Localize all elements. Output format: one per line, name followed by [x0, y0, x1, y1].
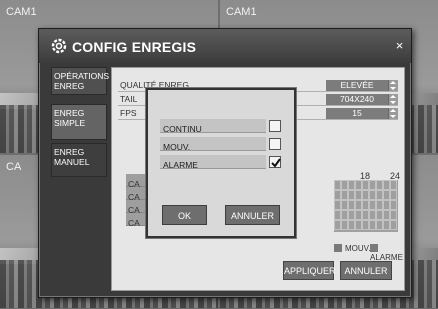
nav-item-manual[interactable]: ENREG MANUEL	[51, 143, 107, 177]
schedule-cell[interactable]	[376, 210, 383, 220]
camera-label: CAM1	[6, 6, 37, 18]
nav-item-simple[interactable]: ENREG SIMPLE	[51, 104, 107, 140]
nav-item-operations[interactable]: OPÉRATIONS ENREG	[51, 67, 109, 95]
schedule-cell[interactable]	[383, 210, 390, 220]
schedule-cell[interactable]	[369, 180, 376, 190]
popup-cancel-button[interactable]: ANNULER	[225, 205, 280, 225]
schedule-cell[interactable]	[341, 190, 348, 200]
camera-label: CAM1	[226, 6, 257, 18]
schedule-cell[interactable]	[355, 180, 362, 190]
schedule-cell[interactable]	[390, 180, 397, 190]
schedule-cell[interactable]	[390, 210, 397, 220]
schedule-cell[interactable]	[355, 210, 362, 220]
schedule-cell[interactable]	[362, 220, 369, 230]
option-label: ALARME	[163, 160, 198, 170]
continuous-checkbox[interactable]	[269, 120, 281, 132]
schedule-cell[interactable]	[383, 220, 390, 230]
schedule-grid[interactable]	[334, 180, 398, 232]
spinner-arrows-icon[interactable]	[388, 108, 398, 119]
schedule-cell[interactable]	[362, 190, 369, 200]
schedule-cell[interactable]	[369, 200, 376, 210]
schedule-cell[interactable]	[334, 220, 341, 230]
schedule-cell[interactable]	[383, 200, 390, 210]
schedule-cell[interactable]	[355, 220, 362, 230]
alarm-checkbox[interactable]	[269, 156, 281, 168]
apply-button[interactable]: APPLIQUER	[283, 261, 336, 280]
schedule-cell[interactable]	[341, 200, 348, 210]
spinner-arrows-icon[interactable]	[388, 94, 398, 105]
option-row-continuous: CONTINU	[160, 119, 266, 134]
schedule-cell[interactable]	[383, 190, 390, 200]
setting-label: FPS	[120, 108, 137, 118]
schedule-cell[interactable]	[362, 200, 369, 210]
schedule-cell[interactable]	[376, 180, 383, 190]
legend-swatch	[334, 244, 342, 252]
schedule-cell[interactable]	[369, 210, 376, 220]
option-label: MOUV.	[163, 142, 191, 152]
setting-value[interactable]: 15	[326, 108, 388, 119]
record-type-popup: CONTINU MOUV. ALARME OK ANNULER	[146, 88, 296, 238]
schedule-cell[interactable]	[348, 190, 355, 200]
schedule-cell[interactable]	[355, 190, 362, 200]
close-icon[interactable]: ×	[392, 38, 407, 53]
schedule-cell[interactable]	[341, 220, 348, 230]
schedule-cell[interactable]	[341, 180, 348, 190]
camera-label: CA	[6, 161, 22, 173]
option-row-alarm: ALARME	[160, 155, 266, 170]
dialog-title: CONFIG ENREGIS	[72, 39, 197, 55]
legend-motion-label: MOUV.	[345, 244, 371, 253]
setting-value[interactable]: ELEVÉE	[326, 80, 388, 91]
schedule-cell[interactable]	[355, 200, 362, 210]
cancel-button[interactable]: ANNULER	[340, 261, 392, 280]
schedule-cell[interactable]	[390, 200, 397, 210]
schedule-cell[interactable]	[348, 220, 355, 230]
schedule-cell[interactable]	[376, 200, 383, 210]
schedule-cell[interactable]	[334, 210, 341, 220]
schedule-row-label: CA	[128, 218, 140, 228]
schedule-cell[interactable]	[369, 190, 376, 200]
schedule-cell[interactable]	[334, 180, 341, 190]
schedule-cell[interactable]	[334, 190, 341, 200]
schedule-cell[interactable]	[390, 220, 397, 230]
schedule-cell[interactable]	[341, 210, 348, 220]
schedule-cell[interactable]	[334, 200, 341, 210]
gear-icon	[51, 38, 67, 54]
legend-swatch	[370, 244, 378, 252]
schedule-cell[interactable]	[348, 210, 355, 220]
checkmark-icon	[271, 158, 281, 168]
legend-alarm: ALARME	[370, 244, 404, 262]
schedule-cell[interactable]	[348, 180, 355, 190]
option-label: CONTINU	[163, 124, 202, 134]
schedule-cell[interactable]	[362, 180, 369, 190]
legend-motion: MOUV.	[334, 244, 371, 253]
schedule-cell[interactable]	[362, 210, 369, 220]
option-row-motion: MOUV.	[160, 137, 266, 152]
schedule-cell[interactable]	[390, 190, 397, 200]
schedule-cell[interactable]	[369, 220, 376, 230]
dialog-titlebar: CONFIG ENREGIS ×	[39, 29, 411, 63]
schedule-cell[interactable]	[376, 220, 383, 230]
setting-label: TAIL	[120, 94, 138, 104]
schedule-cell[interactable]	[383, 180, 390, 190]
setting-value[interactable]: 704X240	[326, 94, 388, 105]
schedule-cell[interactable]	[376, 190, 383, 200]
spinner-arrows-icon[interactable]	[388, 80, 398, 91]
ok-button[interactable]: OK	[162, 205, 207, 225]
motion-checkbox[interactable]	[269, 138, 281, 150]
schedule-cell[interactable]	[348, 200, 355, 210]
